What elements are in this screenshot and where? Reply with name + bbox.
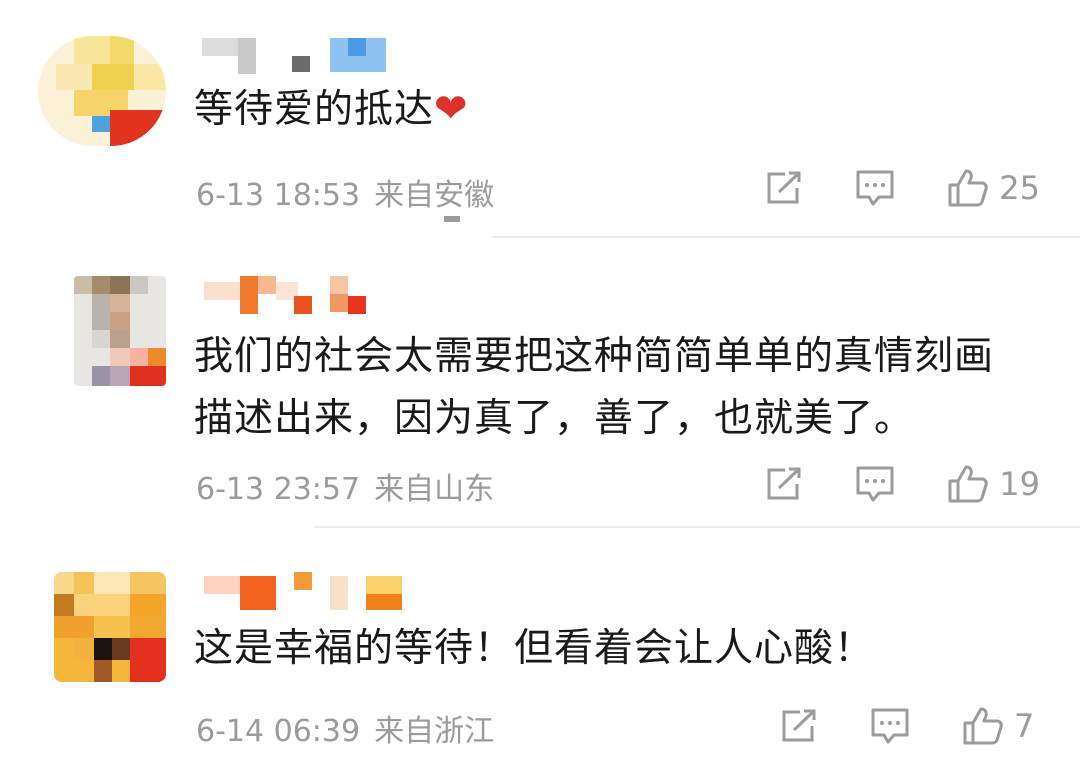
share-icon: [767, 467, 801, 500]
comment-icon: [871, 708, 909, 744]
like-button[interactable]: 19: [947, 464, 1040, 504]
comment-text-line: 我们的社会太需要把这种简简单单的真情刻画: [194, 334, 995, 379]
share-button[interactable]: [765, 170, 803, 206]
comment-actions: 19: [713, 462, 1040, 506]
share-button[interactable]: [780, 708, 818, 744]
avatar[interactable]: [74, 276, 166, 386]
comment-item: 等待爱的抵达❤ 6-13 18:53 来自安徽 25: [0, 0, 1080, 238]
comment-date: 6-13 18:53: [196, 178, 361, 213]
comment-meta: 6-14 06:39 来自浙江: [196, 706, 508, 750]
avatar[interactable]: [38, 36, 166, 146]
comment-location: 来自浙江: [374, 714, 495, 749]
share-icon: [767, 171, 801, 204]
comment-date: 6-13 23:57: [196, 472, 361, 507]
username-masked[interactable]: [196, 276, 416, 314]
heart-emoji: ❤: [434, 86, 469, 132]
comment-text-line: 描述出来，因为真了，善了，也就美了。: [194, 396, 915, 441]
comment-text: 我们的社会太需要把这种简简单单的真情刻画 描述出来，因为真了，善了，也就美了。: [194, 326, 1054, 450]
username-masked[interactable]: [196, 36, 416, 74]
share-button[interactable]: [765, 466, 803, 502]
thumbs-up-icon: [948, 169, 989, 207]
thumbs-up-icon: [948, 465, 989, 503]
avatar[interactable]: [54, 572, 166, 682]
comment-item: 这是幸福的等待！但看着会让人心酸！ 6-14 06:39 来自浙江 7: [0, 528, 1080, 758]
like-count: 19: [999, 465, 1040, 503]
comment-icon: [856, 170, 894, 206]
reply-button[interactable]: [870, 707, 910, 745]
reply-button[interactable]: [855, 169, 895, 207]
username-masked[interactable]: [196, 572, 416, 610]
comment-actions: 7: [728, 704, 1040, 748]
comment-meta: 6-13 18:53 来自安徽: [196, 170, 508, 214]
like-button[interactable]: 25: [947, 168, 1040, 208]
comment-icon: [856, 466, 894, 502]
comment-location: 来自安徽: [374, 178, 495, 213]
comment-date: 6-14 06:39: [196, 714, 361, 749]
comment-meta: 6-13 23:57 来自山东: [196, 464, 508, 508]
like-count: 7: [1014, 707, 1035, 745]
like-count: 25: [999, 169, 1040, 207]
like-button[interactable]: 7: [962, 706, 1040, 746]
thumbs-up-icon: [963, 707, 1003, 745]
comment-location: 来自山东: [374, 472, 495, 507]
reply-button[interactable]: [855, 465, 895, 503]
comment-actions: 25: [713, 166, 1040, 210]
scroll-indicator: [444, 216, 460, 222]
comment-text: 等待爱的抵达❤: [194, 86, 469, 132]
comment-text: 这是幸福的等待！但看着会让人心酸！: [194, 626, 875, 671]
share-icon: [782, 709, 816, 742]
comment-item: 我们的社会太需要把这种简简单单的真情刻画 描述出来，因为真了，善了，也就美了。 …: [0, 238, 1080, 528]
